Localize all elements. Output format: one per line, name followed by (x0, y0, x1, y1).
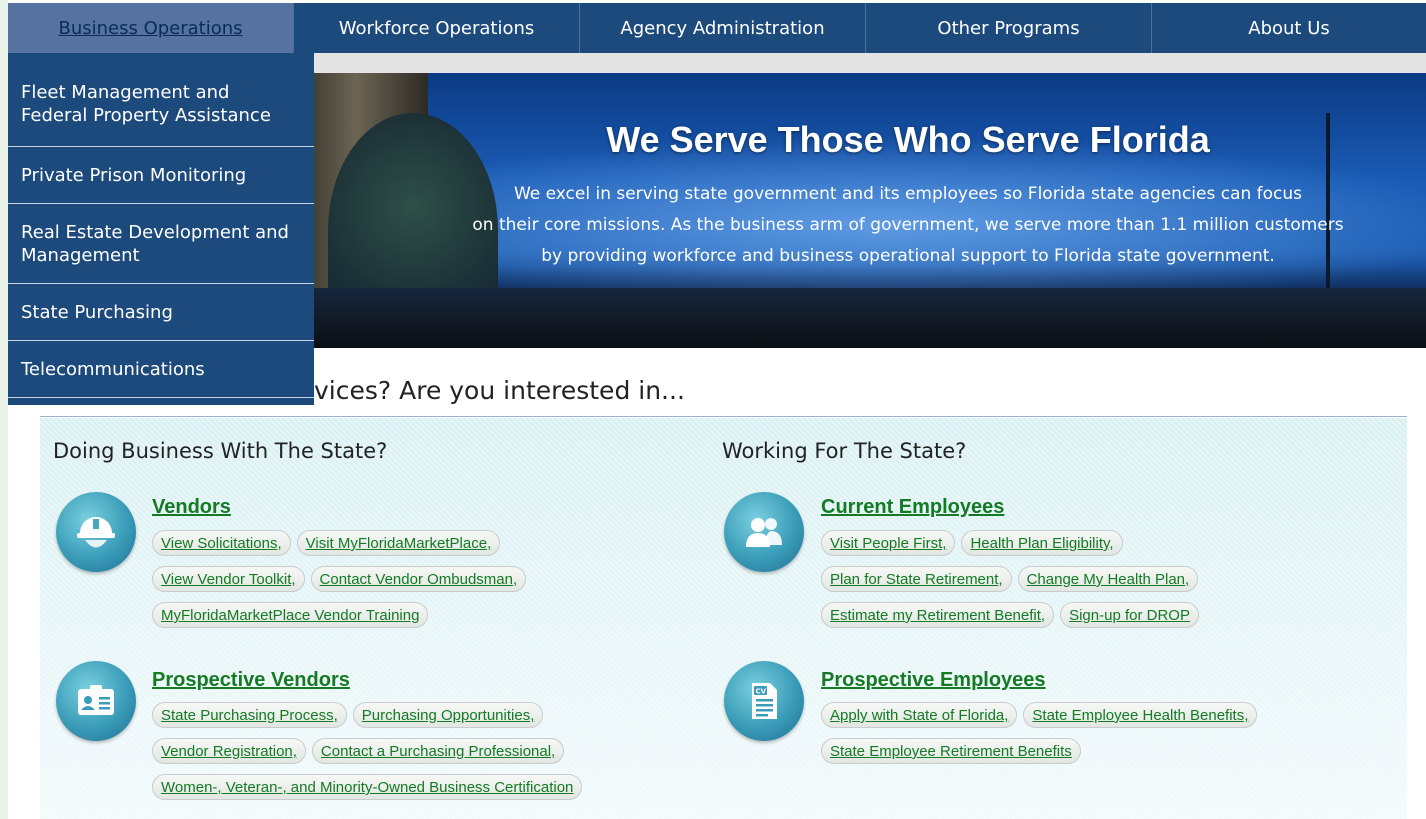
nav-workforce-operations[interactable]: Workforce Operations (294, 3, 580, 53)
current-employees-link[interactable]: Current Employees (821, 496, 1004, 519)
hero-line-2: on their core missions. As the business … (472, 215, 1344, 235)
purchasing-opportunities-link[interactable]: Purchasing Opportunities, (352, 702, 544, 728)
dropdown-item-private-prison-monitoring[interactable]: Private Prison Monitoring (8, 147, 314, 204)
prospective-vendors-link[interactable]: Prospective Vendors (152, 669, 350, 692)
cv-document-icon[interactable]: CV (724, 661, 804, 741)
employee-retirement-benefits-link[interactable]: State Employee Retirement Benefits (821, 738, 1081, 764)
dropdown-item-telecommunications[interactable]: Telecommunications (8, 341, 314, 398)
hard-hat-svg (77, 517, 115, 548)
vendor-registration-link[interactable]: Vendor Registration, (152, 738, 306, 764)
hero-line-1: We excel in serving state government and… (513, 184, 1303, 204)
right-column-title: Working For The State? (722, 439, 967, 463)
dropdown-item-state-purchasing[interactable]: State Purchasing (8, 284, 314, 341)
prospective-employees-links: Apply with State of Florida, State Employ… (821, 702, 1381, 764)
contact-purchasing-professional-link[interactable]: Contact a Purchasing Professional, (311, 738, 565, 764)
heading-visible-text: vices? Are you interested in... (314, 376, 685, 405)
business-operations-dropdown: Fleet Management and Federal Property As… (8, 53, 314, 405)
main-nav: Business Operations Workforce Operations… (8, 3, 1426, 53)
people-icon[interactable] (724, 492, 804, 572)
id-card-icon[interactable] (56, 661, 136, 741)
hero-line-3: by providing workforce and business oper… (541, 246, 1275, 266)
view-solicitations-link[interactable]: View Solicitations, (152, 530, 291, 556)
nav-other-programs[interactable]: Other Programs (866, 3, 1152, 53)
people-svg (746, 518, 782, 547)
cv-document-svg: CV (752, 683, 777, 719)
hard-hat-icon[interactable] (56, 492, 136, 572)
visit-people-first-link[interactable]: Visit People First, (821, 530, 956, 556)
contact-vendor-ombudsman-link[interactable]: Contact Vendor Ombudsman, (310, 566, 527, 592)
vendors-link[interactable]: Vendors (152, 496, 231, 519)
state-purchasing-process-link[interactable]: State Purchasing Process, (152, 702, 347, 728)
left-column-title: Doing Business With The State? (53, 439, 388, 463)
hero-description: We excel in serving state government and… (408, 179, 1408, 272)
nav-about-us[interactable]: About Us (1152, 3, 1426, 53)
view-vendor-toolkit-link[interactable]: View Vendor Toolkit, (152, 566, 305, 592)
svg-text:CV: CV (756, 688, 767, 696)
plan-state-retirement-link[interactable]: Plan for State Retirement, (821, 566, 1012, 592)
visit-myfloridamarketplace-link[interactable]: Visit MyFloridaMarketPlace, (296, 530, 501, 556)
sign-up-drop-link[interactable]: Sign-up for DROP (1060, 602, 1199, 628)
hero-title: We Serve Those Who Serve Florida (606, 119, 1210, 160)
vendor-training-link[interactable]: MyFloridaMarketPlace Vendor Training (152, 602, 429, 628)
business-certification-link[interactable]: Women-, Veteran-, and Minority-Owned Bus… (152, 774, 583, 800)
dropdown-item-fleet-management[interactable]: Fleet Management and Federal Property As… (8, 53, 314, 147)
prospective-employees-link[interactable]: Prospective Employees (821, 669, 1046, 692)
section-divider (40, 416, 1407, 417)
apply-state-florida-link[interactable]: Apply with State of Florida, (821, 702, 1018, 728)
nav-business-operations[interactable]: Business Operations (8, 3, 294, 53)
prospective-vendors-links: State Purchasing Process, Purchasing Oppo… (152, 702, 652, 800)
vendors-links: View Solicitations, Visit MyFloridaMarket… (152, 530, 652, 628)
health-plan-eligibility-link[interactable]: Health Plan Eligibility, (961, 530, 1123, 556)
current-employees-links: Visit People First, Health Plan Eligibili… (821, 530, 1381, 628)
id-card-svg (78, 685, 114, 715)
change-health-plan-link[interactable]: Change My Health Plan, (1017, 566, 1199, 592)
nav-agency-administration[interactable]: Agency Administration (580, 3, 866, 53)
dropdown-item-real-estate[interactable]: Real Estate Development and Management (8, 204, 314, 284)
estimate-retirement-benefit-link[interactable]: Estimate my Retirement Benefit, (821, 602, 1055, 628)
employee-health-benefits-link[interactable]: State Employee Health Benefits, (1023, 702, 1258, 728)
